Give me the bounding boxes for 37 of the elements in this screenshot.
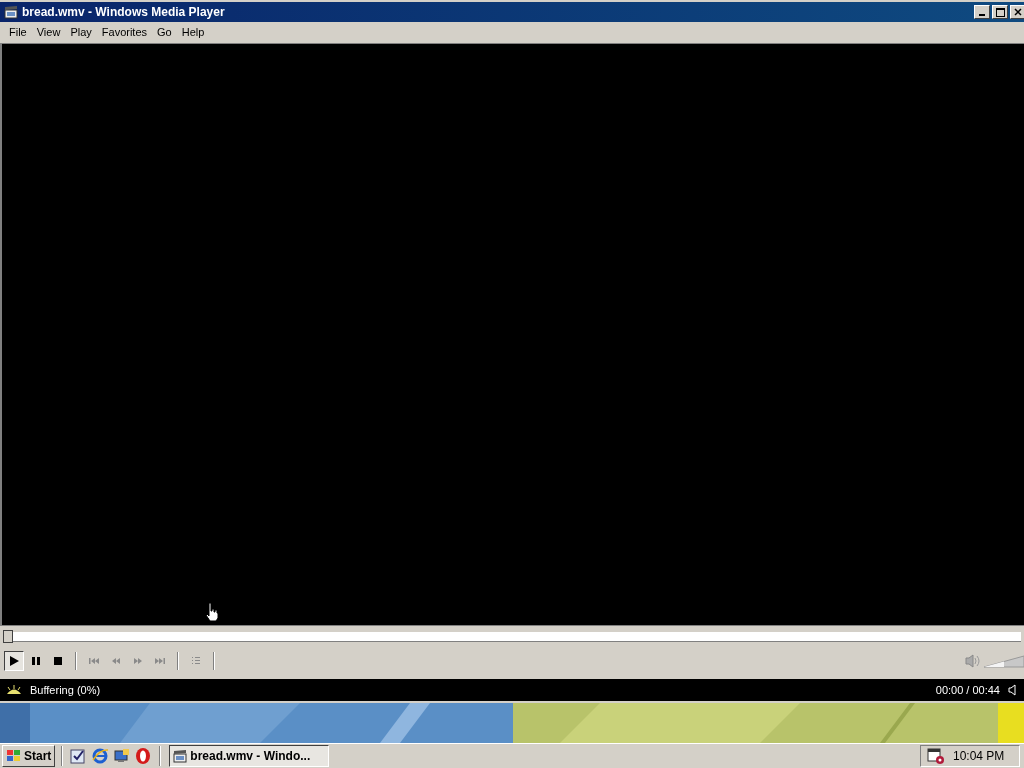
volume-slider[interactable] (984, 654, 1024, 668)
play-button[interactable] (4, 651, 24, 671)
film-clapper-icon (173, 749, 188, 763)
calendar-icon[interactable] (927, 748, 945, 764)
stop-icon (51, 655, 65, 667)
maximize-button[interactable] (992, 5, 1008, 19)
start-button[interactable]: Start (2, 745, 56, 767)
desktop-icon[interactable] (113, 747, 132, 765)
browser-icon[interactable] (91, 747, 110, 765)
menu-item[interactable]: Go (152, 24, 177, 41)
list-icon (189, 655, 203, 667)
maximize-icon (995, 7, 1005, 17)
checklist-icon[interactable] (69, 747, 88, 765)
window-title: bread.wmv - Windows Media Player (22, 4, 226, 21)
pause-icon (29, 655, 43, 667)
speaker-icon (1008, 684, 1018, 696)
taskbar-button[interactable]: bread.wmv - Windo... (169, 745, 330, 767)
windows-logo-icon (6, 749, 22, 763)
film-clapper-icon (4, 5, 18, 19)
play-icon (7, 655, 21, 667)
skip-back-icon (87, 655, 101, 667)
buffering-icon (6, 685, 22, 695)
status-text: Buffering (0%) (30, 682, 102, 698)
menu-item[interactable]: File (4, 24, 32, 41)
close-button[interactable] (1010, 5, 1024, 19)
menu-item[interactable]: Favorites (96, 24, 153, 41)
hand-cursor-icon (204, 602, 220, 622)
seek-thumb[interactable] (3, 629, 13, 643)
clock: 10:04 PM (953, 748, 1005, 765)
menu-item[interactable]: Help (176, 24, 210, 41)
time-display: 00:00 / 00:44 (935, 682, 1000, 698)
menu-item[interactable]: View (31, 24, 66, 41)
opera-logo-icon[interactable] (135, 747, 152, 765)
minimize-button[interactable] (974, 5, 990, 19)
skip-forward-icon (153, 655, 167, 667)
menu-item[interactable]: Play (65, 24, 97, 41)
close-icon (1014, 8, 1022, 16)
